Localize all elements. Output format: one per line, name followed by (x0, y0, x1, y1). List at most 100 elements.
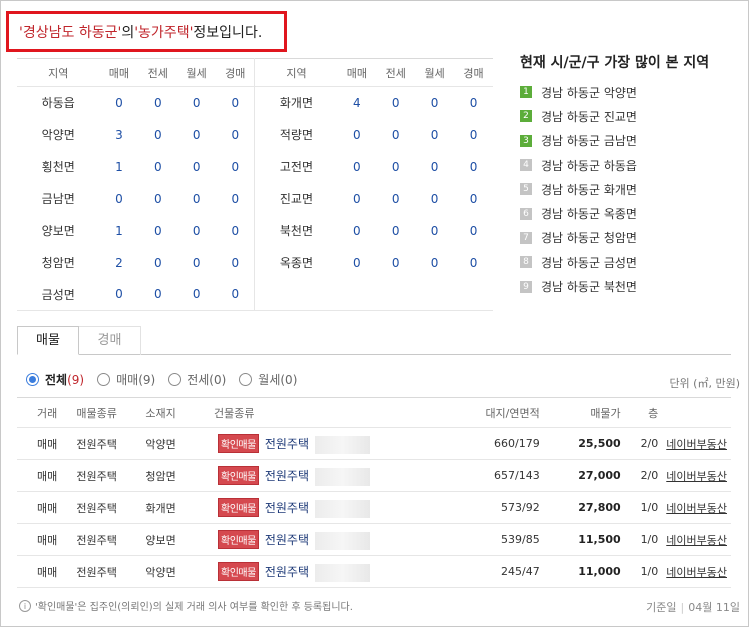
listing-row[interactable]: 매매 전원주택 악양면 확인매물 전원주택 660/179 25,500 2/0 네이버부동산 (17, 427, 731, 460)
region-count-monthly[interactable]: 0 (177, 278, 217, 311)
region-name-link[interactable]: 북천면 (254, 214, 338, 247)
region-count-monthly[interactable]: 0 (415, 87, 454, 119)
filter-monthly[interactable]: 월세 (0) (239, 371, 297, 388)
region-count-monthly[interactable]: 0 (177, 215, 216, 247)
region-count-sale[interactable]: 0 (99, 278, 139, 311)
region-count-auction[interactable]: 0 (216, 183, 255, 215)
region-count-auction[interactable]: 0 (216, 215, 255, 247)
region-count-auction[interactable]: 0 (216, 278, 255, 311)
region-count-auction[interactable]: 0 (216, 119, 255, 151)
region-count-jeonse[interactable]: 0 (138, 247, 177, 279)
region-count-jeonse[interactable]: 0 (138, 183, 177, 215)
top-region-item[interactable]: 1 경남 하동군 악양면 (520, 80, 637, 104)
radio-icon[interactable] (168, 373, 182, 386)
region-count-monthly[interactable]: 0 (177, 119, 216, 151)
region-name-link[interactable]: 횡천면 (17, 151, 99, 183)
top-region-item[interactable]: 4 경남 하동군 하동읍 (520, 153, 637, 177)
region-count-monthly[interactable]: 0 (415, 119, 454, 151)
region-count-sale[interactable]: 0 (99, 87, 138, 119)
region-count-sale[interactable]: 0 (99, 183, 138, 215)
agent-link[interactable]: 네이버부동산 (666, 502, 727, 515)
filter-all[interactable]: 전체 (9) (26, 371, 84, 388)
region-count-auction[interactable]: 0 (216, 151, 255, 183)
region-count-sale[interactable]: 0 (337, 183, 376, 215)
filter-jeonse[interactable]: 전세 (0) (168, 371, 226, 388)
region-count-auction[interactable]: 0 (216, 247, 255, 279)
region-count-monthly[interactable]: 0 (177, 87, 216, 119)
region-count-jeonse[interactable]: 0 (376, 215, 415, 247)
region-count-jeonse[interactable]: 0 (376, 151, 415, 183)
region-count-jeonse[interactable]: 0 (376, 119, 415, 151)
region-count-auction[interactable]: 0 (454, 87, 493, 119)
listing-agent-cell: 네이버부동산 (666, 427, 731, 460)
region-count-sale[interactable]: 0 (337, 215, 376, 247)
top-region-item[interactable]: 3 경남 하동군 금남면 (520, 129, 637, 153)
tab-auction[interactable]: 경매 (79, 326, 141, 355)
region-count-monthly[interactable]: 0 (177, 183, 216, 215)
region-count-jeonse[interactable]: 0 (138, 87, 177, 119)
listing-building-link[interactable]: 전원주택 (265, 501, 309, 515)
top-region-item[interactable]: 2 경남 하동군 진교면 (520, 104, 637, 128)
region-count-auction[interactable]: 0 (454, 215, 493, 247)
radio-selected-icon[interactable] (26, 373, 39, 386)
region-name-link[interactable]: 청암면 (17, 247, 99, 279)
region-count-sale[interactable]: 0 (337, 151, 376, 183)
region-count-sale[interactable]: 2 (99, 247, 138, 279)
region-count-auction[interactable]: 0 (216, 87, 255, 119)
listing-building-link[interactable]: 전원주택 (265, 437, 309, 451)
region-count-monthly[interactable]: 0 (177, 151, 216, 183)
region-count-jeonse[interactable]: 0 (138, 119, 177, 151)
region-name-link[interactable]: 화개면 (254, 86, 338, 119)
tab-listings[interactable]: 매물 (17, 326, 79, 355)
listing-building-link[interactable]: 전원주택 (265, 565, 309, 579)
radio-icon[interactable] (239, 373, 253, 386)
region-count-monthly[interactable]: 0 (415, 215, 454, 247)
listing-building-link[interactable]: 전원주택 (265, 469, 309, 483)
region-name-link[interactable]: 금남면 (17, 183, 99, 215)
top-region-item[interactable]: 9 경남 하동군 북천면 (520, 274, 637, 298)
region-count-auction[interactable]: 0 (454, 151, 493, 183)
region-count-monthly[interactable]: 0 (177, 247, 216, 279)
region-count-sale[interactable]: 0 (337, 119, 376, 151)
top-region-item[interactable]: 8 경남 하동군 금성면 (520, 250, 637, 274)
region-name-link[interactable]: 양보면 (17, 215, 99, 247)
top-region-item[interactable]: 7 경남 하동군 청암면 (520, 226, 637, 250)
region-count-auction[interactable]: 0 (454, 247, 493, 279)
listing-row[interactable]: 매매 전원주택 악양면 확인매물 전원주택 245/47 11,000 1/0 네이버부동산 (17, 555, 731, 588)
region-name-link[interactable]: 옥종면 (254, 246, 338, 279)
region-name-link[interactable]: 적량면 (254, 118, 338, 151)
region-count-jeonse[interactable]: 0 (138, 215, 177, 247)
region-count-auction[interactable]: 0 (454, 119, 493, 151)
region-count-monthly[interactable]: 0 (415, 183, 454, 215)
region-count-jeonse[interactable]: 0 (138, 278, 178, 311)
agent-link[interactable]: 네이버부동산 (666, 534, 727, 547)
listing-building-link[interactable]: 전원주택 (265, 533, 309, 547)
agent-link[interactable]: 네이버부동산 (666, 438, 727, 451)
region-count-auction[interactable]: 0 (454, 183, 493, 215)
region-count-monthly[interactable]: 0 (415, 151, 454, 183)
listing-row[interactable]: 매매 전원주택 화개면 확인매물 전원주택 573/92 27,800 1/0 네이버부동산 (17, 491, 731, 524)
region-name-link[interactable]: 금성면 (17, 278, 100, 311)
region-count-sale[interactable]: 4 (337, 87, 376, 119)
region-name-link[interactable]: 고전면 (254, 150, 338, 183)
listing-row[interactable]: 매매 전원주택 청암면 확인매물 전원주택 657/143 27,000 2/0 네이버부동산 (17, 459, 731, 492)
region-name-link[interactable]: 하동읍 (17, 87, 99, 119)
region-name-link[interactable]: 악양면 (17, 119, 99, 151)
region-count-jeonse[interactable]: 0 (376, 183, 415, 215)
region-count-jeonse[interactable]: 0 (138, 151, 177, 183)
top-region-item[interactable]: 6 경남 하동군 옥종면 (520, 201, 637, 225)
region-count-sale[interactable]: 3 (99, 119, 138, 151)
agent-link[interactable]: 네이버부동산 (666, 470, 727, 483)
region-count-jeonse[interactable]: 0 (376, 87, 415, 119)
radio-icon[interactable] (97, 373, 111, 386)
region-count-sale[interactable]: 1 (99, 215, 138, 247)
region-count-sale[interactable]: 0 (337, 247, 376, 279)
region-count-monthly[interactable]: 0 (415, 247, 454, 279)
listing-row[interactable]: 매매 전원주택 양보면 확인매물 전원주택 539/85 11,500 1/0 네이버부동산 (17, 523, 731, 556)
region-name-link[interactable]: 진교면 (254, 182, 338, 215)
top-region-item[interactable]: 5 경남 하동군 화개면 (520, 177, 637, 201)
region-count-jeonse[interactable]: 0 (376, 247, 415, 279)
filter-sale[interactable]: 매매 (9) (97, 371, 155, 388)
region-count-sale[interactable]: 1 (99, 151, 138, 183)
agent-link[interactable]: 네이버부동산 (666, 566, 727, 579)
